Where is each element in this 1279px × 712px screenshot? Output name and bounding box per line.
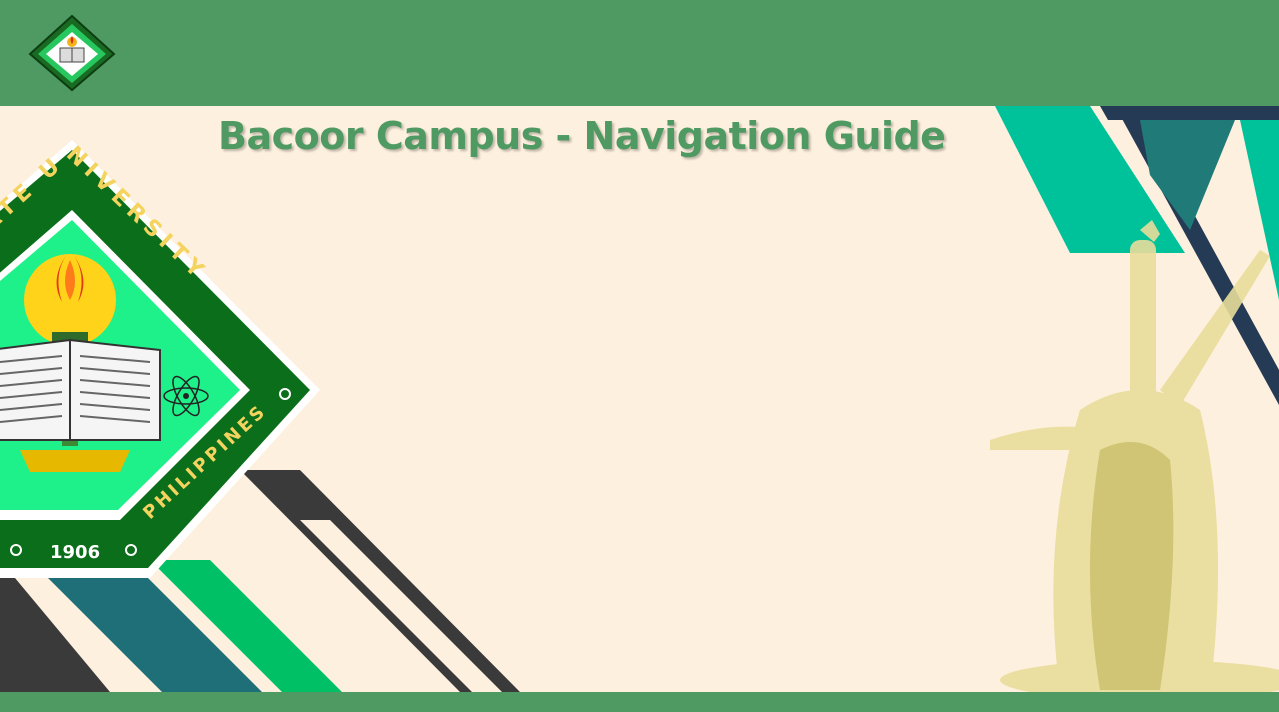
university-seal-emblem: STATE UNIVERSITY PHILIPPINES 1906 (0, 140, 320, 578)
top-banner (0, 0, 1279, 106)
seal-year: 1906 (50, 542, 100, 563)
university-seal-icon[interactable] (28, 14, 116, 92)
monument-statue-image (990, 220, 1279, 692)
bottom-banner (0, 692, 1279, 712)
